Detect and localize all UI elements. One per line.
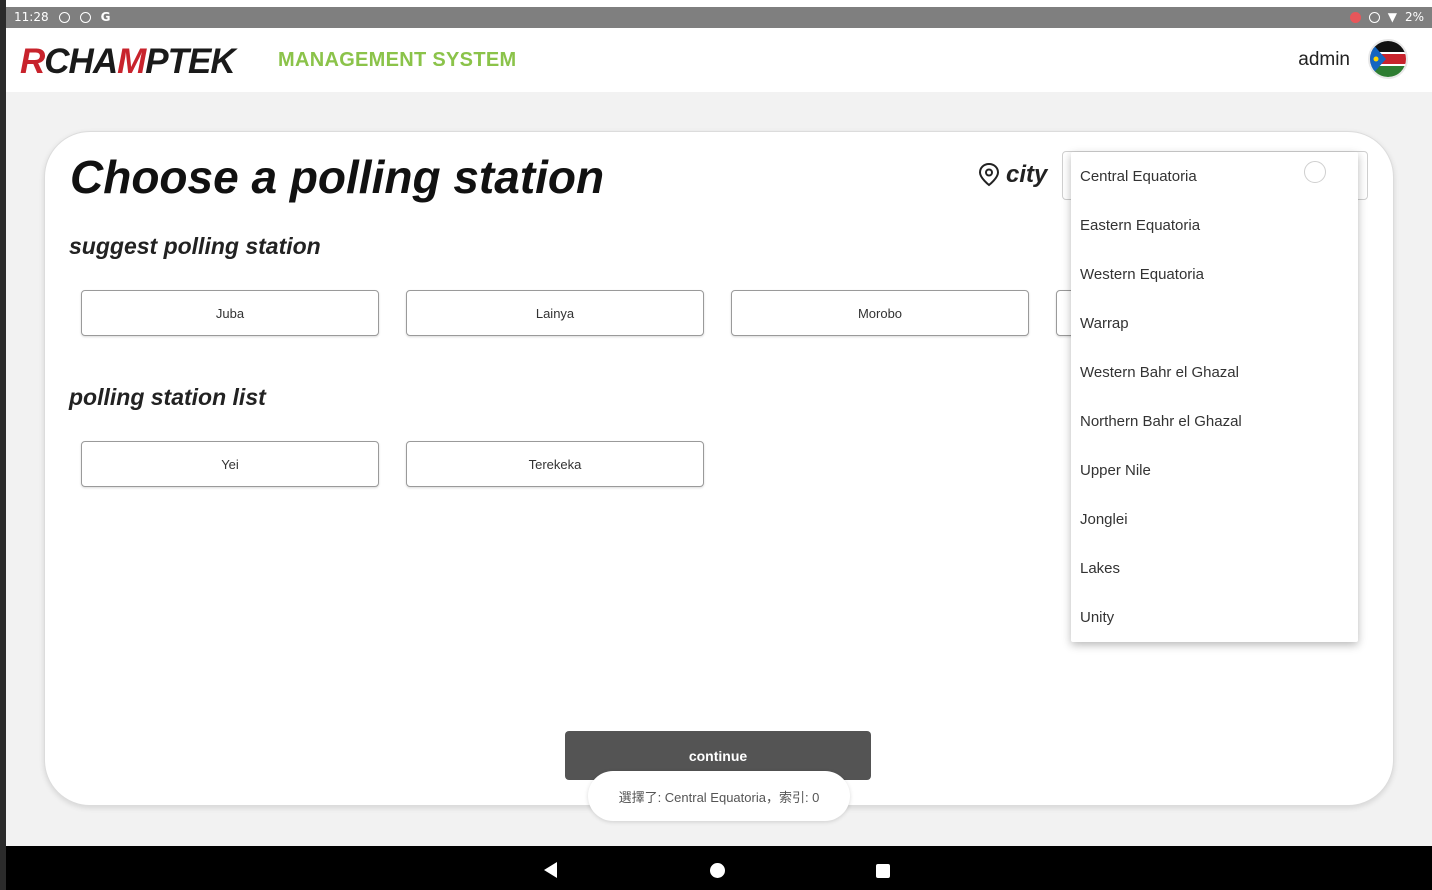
avatar[interactable] [1368, 39, 1408, 79]
navigation-bar [6, 846, 1432, 890]
g-icon [79, 11, 91, 23]
app-subtitle: MANAGEMENT SYSTEM [278, 49, 517, 71]
status-time: 11:28 [14, 10, 49, 24]
dropdown-option[interactable]: Western Bahr el Ghazal [1071, 348, 1358, 397]
station-button[interactable]: Terekeka [406, 441, 704, 487]
brand-logo: RCHAMPTEK [20, 42, 236, 81]
dropdown-option[interactable]: Jonglei [1071, 495, 1358, 544]
app-header: RCHAMPTEK MANAGEMENT SYSTEM admin [6, 28, 1432, 92]
city-label: city [978, 161, 1047, 189]
dropdown-option[interactable]: Northern Bahr el Ghazal [1071, 397, 1358, 446]
record-icon [1349, 11, 1361, 23]
user-name[interactable]: admin [1298, 49, 1350, 71]
station-button[interactable]: Yei [81, 441, 379, 487]
dropdown-option[interactable]: Lakes [1071, 544, 1358, 593]
radio-selected-icon [1304, 161, 1326, 183]
wifi-icon: ▼ [1387, 10, 1397, 24]
battery-level: 2% [1404, 10, 1424, 24]
location-pin-icon [978, 162, 1000, 187]
status-bar: 11:28 G ▼ 2% [6, 7, 1432, 28]
signal-icon [58, 11, 70, 23]
location-icon [1368, 11, 1380, 23]
city-dropdown[interactable]: Central Equatoria Eastern Equatoria West… [1071, 152, 1358, 642]
dropdown-option[interactable]: Unity [1071, 593, 1358, 642]
list-heading: polling station list [69, 384, 266, 410]
dropdown-option[interactable]: Eastern Equatoria [1071, 201, 1358, 250]
suggested-station-button[interactable]: Morobo [731, 290, 1029, 336]
back-icon[interactable] [544, 862, 557, 878]
suggest-heading: suggest polling station [69, 233, 321, 259]
suggested-station-button[interactable]: Juba [81, 290, 379, 336]
recent-apps-icon[interactable] [876, 864, 890, 878]
dropdown-option[interactable]: Warrap [1071, 299, 1358, 348]
toast-message: 選擇了: Central Equatoria，索引: 0 [588, 771, 850, 821]
dropdown-option[interactable]: Upper Nile [1071, 446, 1358, 495]
dropdown-option[interactable]: Western Equatoria [1071, 250, 1358, 299]
suggested-station-button[interactable]: Lainya [406, 290, 704, 336]
g-label: G [100, 10, 111, 24]
page-title: Choose a polling station [70, 151, 605, 203]
south-sudan-flag-icon [1370, 41, 1406, 77]
city-label-text: city [1006, 161, 1048, 188]
home-icon[interactable] [710, 863, 725, 878]
